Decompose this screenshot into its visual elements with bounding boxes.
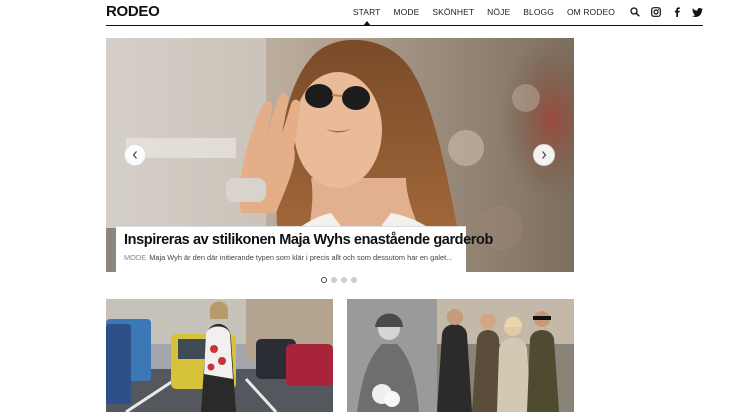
hero-excerpt-text: Maja Wyh är den där initierande typen so…	[149, 253, 453, 262]
site-logo[interactable]: RODEO	[106, 3, 160, 20]
slider-next-button[interactable]	[533, 144, 555, 166]
article-card-image	[347, 299, 574, 412]
hero-category[interactable]: MODE	[124, 253, 146, 262]
nav-item-start[interactable]: START	[353, 7, 381, 26]
slider-dot[interactable]	[331, 277, 337, 283]
search-icon[interactable]	[629, 7, 640, 18]
facebook-icon[interactable]	[671, 7, 682, 18]
hero-slider[interactable]: Inspireras av stilikonen Maja Wyhs enast…	[106, 38, 574, 272]
article-card[interactable]	[347, 299, 574, 412]
slider-dots	[321, 277, 361, 283]
nav-item-blogg[interactable]: BLOGG	[523, 7, 554, 17]
slider-dot[interactable]	[341, 277, 347, 283]
nav-item-noje[interactable]: NÖJE	[487, 7, 510, 17]
article-card-image	[106, 299, 333, 412]
chevron-left-icon	[132, 151, 137, 159]
hero-excerpt: MODE Maja Wyh är den där initierande type…	[124, 253, 458, 262]
nav-item-om-rodeo[interactable]: OM RODEO	[567, 7, 615, 17]
slider-dot[interactable]	[351, 277, 357, 283]
slider-dot[interactable]	[321, 277, 327, 283]
nav-item-mode[interactable]: MODE	[393, 7, 419, 17]
site-header: RODEO START MODE SKÖNHET NÖJE BLOGG OM R…	[106, 0, 703, 26]
twitter-icon[interactable]	[692, 7, 703, 18]
slider-prev-button[interactable]	[124, 144, 146, 166]
main-nav: START MODE SKÖNHET NÖJE BLOGG OM RODEO	[353, 6, 703, 26]
article-card[interactable]	[106, 299, 333, 412]
hero-caption[interactable]: Inspireras av stilikonen Maja Wyhs enast…	[116, 226, 493, 272]
hero-title[interactable]: Inspireras av stilikonen Maja Wyhs enast…	[124, 231, 493, 249]
nav-item-skonhet[interactable]: SKÖNHET	[432, 7, 474, 17]
instagram-icon[interactable]	[650, 7, 661, 18]
chevron-right-icon	[542, 151, 547, 159]
